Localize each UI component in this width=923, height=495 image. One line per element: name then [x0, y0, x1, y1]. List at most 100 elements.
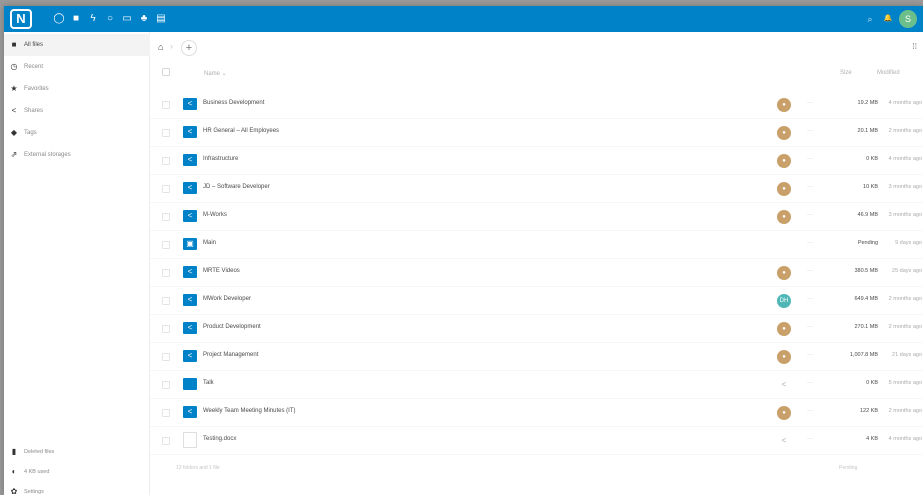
table-row[interactable]: < Business Development ● ··· 19.2 MB 4 months…	[150, 91, 923, 119]
modified-date: 2 months ago	[888, 324, 922, 330]
file-name[interactable]: Product Development	[203, 324, 261, 330]
search-icon[interactable]: ⌕	[863, 12, 877, 26]
mail-icon[interactable]: ▭	[120, 12, 134, 26]
sharer-avatar[interactable]: DH	[777, 294, 791, 308]
more-actions-icon[interactable]: ···	[807, 324, 813, 330]
sharer-avatar[interactable]: ●	[777, 322, 791, 336]
file-name[interactable]: JD – Software Developer	[203, 184, 270, 190]
file-name[interactable]: Main	[203, 240, 216, 246]
more-actions-icon[interactable]: ···	[807, 380, 813, 386]
sharer-avatar[interactable]: ●	[777, 126, 791, 140]
table-row[interactable]: < HR General – All Employees ● ··· 20.1 MB 2 …	[150, 119, 923, 147]
column-header-name[interactable]: Name ⌄	[204, 70, 227, 77]
more-actions-icon[interactable]: ···	[807, 352, 813, 358]
sidebar-item-recent[interactable]: ◷ Recent	[4, 56, 150, 78]
sidebar-item-external-storages[interactable]: ⇗ External storages	[4, 144, 150, 166]
row-checkbox[interactable]	[162, 269, 170, 277]
file-name[interactable]: Infrastructure	[203, 156, 238, 162]
share-icon[interactable]: <	[777, 434, 791, 448]
table-row[interactable]: ▣ Main ··· Pending 9 days ago	[150, 231, 923, 259]
quota-label: 4 KB used	[24, 469, 50, 475]
table-row[interactable]: < JD – Software Developer ● ··· 10 KB 3 month…	[150, 175, 923, 203]
dashboard-icon[interactable]: ◯	[52, 12, 66, 26]
sidebar-item-favorites[interactable]: ★ Favorites	[4, 78, 150, 100]
row-checkbox[interactable]	[162, 437, 170, 445]
sidebar-item-label: Shares	[24, 108, 44, 114]
calendar-icon[interactable]: ▤	[154, 12, 168, 26]
more-actions-icon[interactable]: ···	[807, 212, 813, 218]
sharer-avatar[interactable]: ●	[777, 182, 791, 196]
search-app-icon[interactable]: ○	[103, 12, 117, 26]
sidebar-item-all-files[interactable]: ■ All files	[4, 34, 150, 56]
table-row[interactable]: < Infrastructure ● ··· 0 KB 4 months ago	[150, 147, 923, 175]
table-footer: 12 folders and 1 file Pending	[150, 459, 923, 477]
more-actions-icon[interactable]: ···	[807, 184, 813, 190]
file-name[interactable]: Business Development	[203, 100, 264, 106]
grid-view-icon[interactable]: ⁞⁞	[913, 42, 917, 51]
file-name[interactable]: Weekly Team Meeting Minutes (IT)	[203, 408, 295, 414]
file-name[interactable]: Talk	[203, 380, 214, 386]
sidebar-item-label: Deleted files	[24, 449, 55, 455]
table-row[interactable]: < MRTE Videos ● ··· 380.5 MB 25 days ago	[150, 259, 923, 287]
more-actions-icon[interactable]: ···	[807, 240, 813, 246]
sidebar-item-shares[interactable]: < Shares	[4, 100, 150, 122]
file-size: Pending	[857, 240, 878, 246]
file-name[interactable]: HR General – All Employees	[203, 128, 279, 134]
more-actions-icon[interactable]: ···	[807, 128, 813, 134]
column-header-size[interactable]: Size	[840, 70, 852, 76]
more-actions-icon[interactable]: ···	[807, 268, 813, 274]
row-checkbox[interactable]	[162, 101, 170, 109]
sharer-avatar[interactable]: ●	[777, 98, 791, 112]
file-name[interactable]: Project Management	[203, 352, 258, 358]
sharer-avatar[interactable]: ●	[777, 210, 791, 224]
more-actions-icon[interactable]: ···	[807, 100, 813, 106]
select-all-checkbox[interactable]	[162, 68, 170, 76]
file-name[interactable]: MRTE Videos	[203, 268, 240, 274]
new-file-button[interactable]: +	[181, 40, 197, 56]
sharer-avatar[interactable]: ●	[777, 266, 791, 280]
table-row[interactable]: Talk < ··· 0 KB 5 months ago	[150, 371, 923, 399]
nextcloud-logo[interactable]: N	[10, 9, 32, 29]
sharer-avatar[interactable]: ●	[777, 154, 791, 168]
sidebar-item-settings[interactable]: ✿ Settings	[4, 482, 150, 495]
sharer-avatar[interactable]: ●	[777, 350, 791, 364]
row-checkbox[interactable]	[162, 353, 170, 361]
share-icon[interactable]: <	[777, 378, 791, 392]
sidebar-item-deleted-files[interactable]: ▮ Deleted files	[4, 442, 150, 462]
more-actions-icon[interactable]: ···	[807, 436, 813, 442]
column-header-modified[interactable]: Modified	[877, 70, 900, 76]
row-checkbox[interactable]	[162, 185, 170, 193]
home-icon[interactable]: ⌂	[158, 42, 163, 52]
activity-icon[interactable]: ϟ	[86, 12, 100, 26]
table-row[interactable]: < MWork Developer DH ··· 649.4 MB 2 months ag…	[150, 287, 923, 315]
row-checkbox[interactable]	[162, 157, 170, 165]
row-checkbox[interactable]	[162, 325, 170, 333]
notification-bell-icon[interactable]: 🔔	[881, 12, 895, 26]
table-row[interactable]: < Weekly Team Meeting Minutes (IT) ● ··· 122…	[150, 399, 923, 427]
file-name[interactable]: M-Works	[203, 212, 227, 218]
file-size: 270.1 MB	[854, 324, 878, 330]
row-checkbox[interactable]	[162, 297, 170, 305]
contacts-icon[interactable]: ♣	[137, 12, 151, 26]
file-name[interactable]: Testing.docx	[203, 436, 236, 442]
row-checkbox[interactable]	[162, 381, 170, 389]
folder-icon[interactable]: ■	[69, 12, 83, 26]
sidebar-item-tags[interactable]: ◆ Tags	[4, 122, 150, 144]
table-row[interactable]: < M-Works ● ··· 46.9 MB 3 months ago	[150, 203, 923, 231]
file-name[interactable]: MWork Developer	[203, 296, 251, 302]
modified-date: 2 months ago	[888, 128, 922, 134]
more-actions-icon[interactable]: ···	[807, 156, 813, 162]
table-row[interactable]: < Product Development ● ··· 270.1 MB 2 months…	[150, 315, 923, 343]
shared-folder-icon: <	[183, 98, 197, 110]
table-row[interactable]: < Project Management ● ··· 1,007.8 MB 21 days…	[150, 343, 923, 371]
row-checkbox[interactable]	[162, 129, 170, 137]
row-checkbox[interactable]	[162, 409, 170, 417]
more-actions-icon[interactable]: ···	[807, 296, 813, 302]
row-checkbox[interactable]	[162, 213, 170, 221]
more-actions-icon[interactable]: ···	[807, 408, 813, 414]
row-checkbox[interactable]	[162, 241, 170, 249]
user-avatar[interactable]: S	[899, 10, 917, 28]
sharer-avatar[interactable]: ●	[777, 406, 791, 420]
quota-indicator[interactable]: ◐ 4 KB used	[4, 462, 150, 482]
table-row[interactable]: Testing.docx < ··· 4 KB 4 months ago	[150, 427, 923, 455]
